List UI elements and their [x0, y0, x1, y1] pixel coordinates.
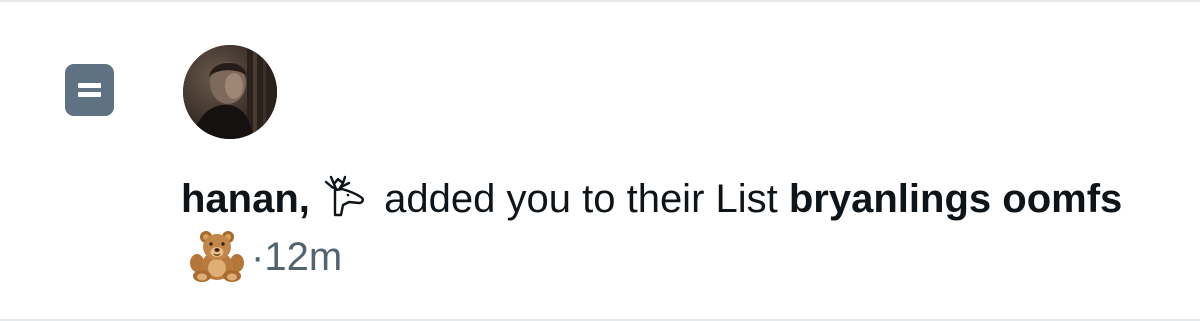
list-name[interactable]: bryanlings: [789, 177, 991, 221]
separator-dot: ·: [251, 235, 265, 279]
user-avatar[interactable]: [183, 45, 277, 139]
list-icon: [65, 64, 114, 116]
list-added-notification[interactable]: hanan, added you to their List bryanling…: [0, 0, 1200, 321]
deer-icon: [323, 175, 367, 217]
teddy-bear-emoji: [189, 230, 245, 282]
list-name-continued[interactable]: oomfs: [1002, 177, 1122, 221]
user-name[interactable]: hanan,: [181, 177, 310, 221]
action-text: added you to their List: [384, 177, 778, 221]
notification-text: hanan, added you to their List bryanling…: [181, 170, 1141, 286]
timestamp[interactable]: 12m: [264, 235, 342, 279]
